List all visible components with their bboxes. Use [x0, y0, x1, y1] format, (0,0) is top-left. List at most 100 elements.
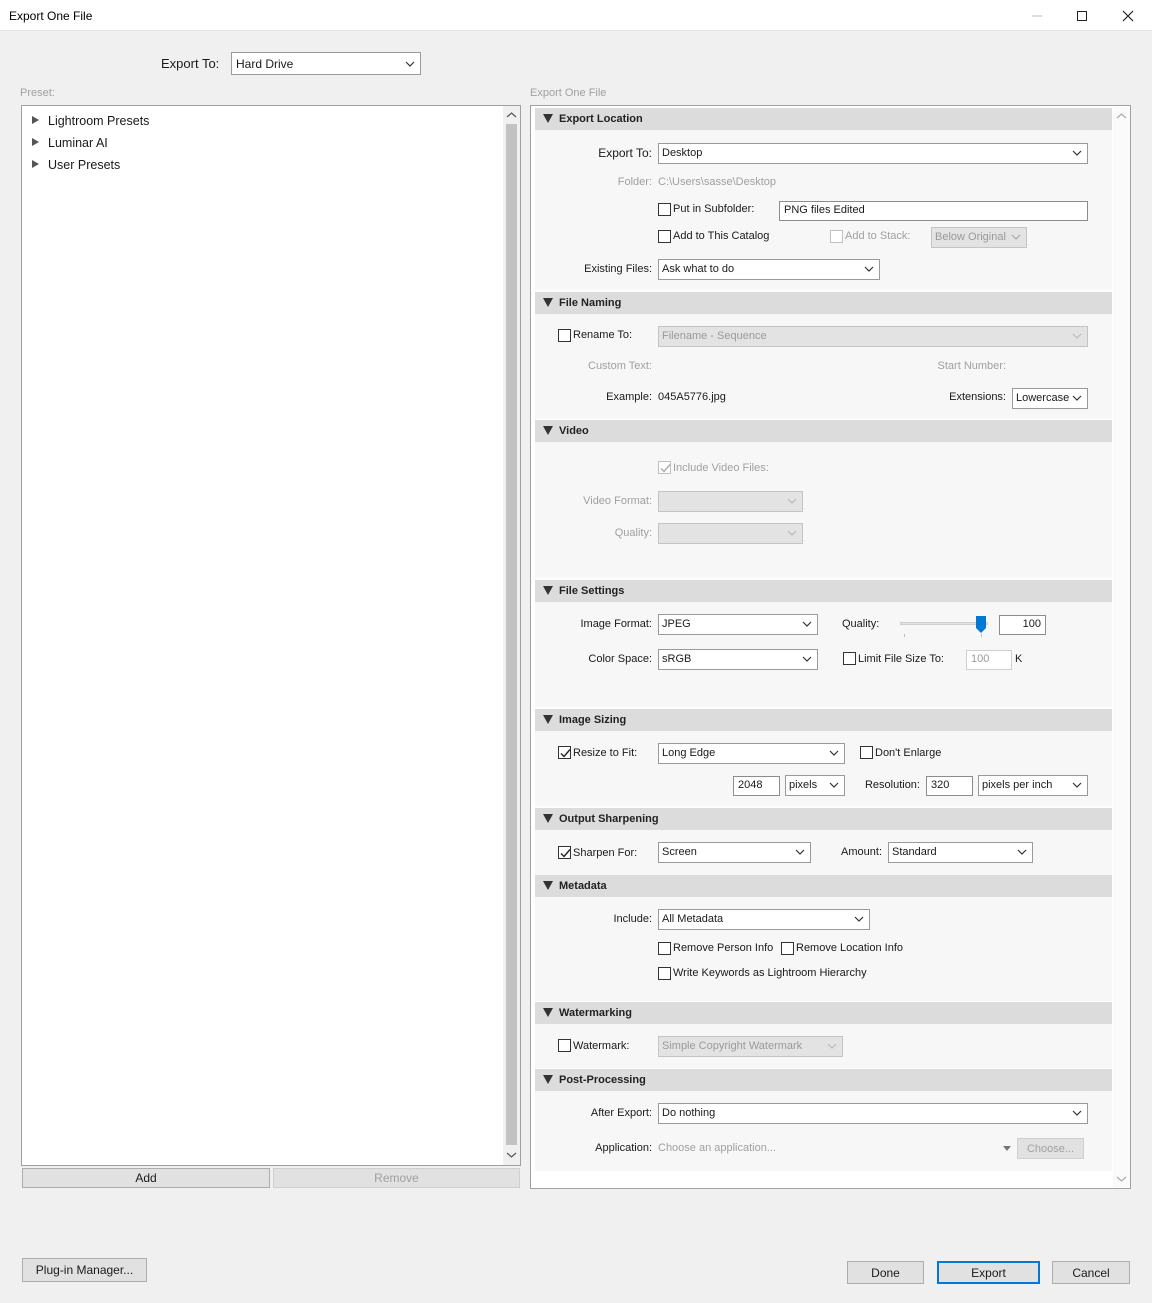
subfolder-input[interactable]: PNG files Edited: [779, 201, 1088, 221]
remove-person-checkbox[interactable]: [658, 942, 671, 955]
export-to-label: Export To:: [598, 146, 652, 160]
limit-size-checkbox[interactable]: [843, 652, 856, 665]
sharpen-checkbox[interactable]: [558, 846, 571, 859]
collapse-triangle-icon[interactable]: [543, 586, 553, 595]
watermark-select[interactable]: Simple Copyright Watermark: [658, 1036, 843, 1057]
collapse-triangle-icon[interactable]: [543, 1075, 553, 1084]
example-value: 045A5776.jpg: [658, 391, 726, 403]
scrollbar-thumb[interactable]: [506, 124, 517, 1145]
image-format-select[interactable]: JPEG: [658, 614, 818, 635]
settings-scrollbar[interactable]: [1113, 107, 1130, 1187]
add-preset-button[interactable]: Add: [22, 1168, 270, 1188]
add-catalog-checkbox[interactable]: [658, 230, 671, 243]
include-video-checkbox[interactable]: [658, 461, 671, 474]
section-body: [535, 442, 1112, 578]
section-image-sizing[interactable]: Image Sizing: [535, 709, 1112, 731]
resolution-unit-select[interactable]: pixels per inch: [978, 775, 1088, 796]
select-value: Lowercase: [1016, 392, 1070, 404]
remove-preset-button[interactable]: Remove: [273, 1168, 520, 1188]
collapse-triangle-icon[interactable]: [543, 881, 553, 890]
checkmark-icon: [560, 849, 571, 858]
section-video[interactable]: Video: [535, 420, 1112, 442]
expand-arrow-icon[interactable]: [32, 116, 39, 124]
select-value: Long Edge: [662, 747, 716, 759]
application-dropdown-icon[interactable]: [1002, 1144, 1012, 1152]
maximize-icon[interactable]: [1059, 0, 1105, 31]
section-header: Image Sizing: [559, 714, 627, 726]
section-export-location[interactable]: Export Location: [535, 108, 1112, 130]
section-file-naming[interactable]: File Naming: [535, 292, 1112, 314]
section-output-sharpening[interactable]: Output Sharpening: [535, 808, 1112, 830]
select-value: JPEG: [662, 618, 691, 630]
rename-select[interactable]: Filename - Sequence: [658, 326, 1088, 347]
quality-input[interactable]: 100: [999, 615, 1046, 635]
section-watermarking[interactable]: Watermarking: [535, 1002, 1112, 1024]
select-value: pixels: [789, 779, 818, 791]
select-value: Do nothing: [662, 1107, 716, 1119]
remove-location-checkbox[interactable]: [781, 942, 794, 955]
application-label: Application:: [595, 1142, 652, 1154]
limit-size-unit: K: [1015, 653, 1023, 665]
include-metadata-select[interactable]: All Metadata: [658, 909, 870, 930]
collapse-triangle-icon[interactable]: [543, 426, 553, 435]
collapse-triangle-icon[interactable]: [543, 814, 553, 823]
slider-thumb[interactable]: [975, 615, 987, 634]
section-metadata[interactable]: Metadata: [535, 875, 1112, 897]
export-location-select[interactable]: Desktop: [658, 143, 1088, 164]
color-space-select[interactable]: sRGB: [658, 649, 818, 670]
expand-arrow-icon[interactable]: [32, 160, 39, 168]
select-value: Simple Copyright Watermark: [662, 1040, 803, 1052]
dont-enlarge-checkbox[interactable]: [860, 746, 873, 759]
existing-files-select[interactable]: Ask what to do: [658, 259, 880, 280]
watermark-checkbox[interactable]: [558, 1039, 571, 1052]
rename-checkbox[interactable]: [558, 329, 571, 342]
add-stack-select[interactable]: Below Original: [931, 227, 1027, 248]
chevron-down-icon: [864, 266, 874, 272]
expand-arrow-icon[interactable]: [32, 138, 39, 146]
resolution-input[interactable]: 320: [926, 776, 973, 796]
subfolder-label: Put in Subfolder:: [673, 203, 755, 215]
select-value: Standard: [892, 846, 937, 858]
done-button[interactable]: Done: [847, 1261, 924, 1284]
sharpen-label: Sharpen For:: [573, 847, 638, 859]
scroll-up-icon[interactable]: [1116, 112, 1127, 120]
scroll-up-icon[interactable]: [506, 111, 517, 119]
select-value: sRGB: [662, 653, 692, 665]
quality-slider[interactable]: [900, 614, 992, 638]
extensions-select[interactable]: Lowercase: [1012, 388, 1088, 409]
resize-select[interactable]: Long Edge: [658, 743, 845, 764]
collapse-triangle-icon[interactable]: [543, 298, 553, 307]
write-keywords-checkbox[interactable]: [658, 967, 671, 980]
export-button[interactable]: Export: [937, 1261, 1040, 1284]
cancel-button[interactable]: Cancel: [1052, 1261, 1130, 1284]
size-unit-select[interactable]: pixels: [785, 775, 845, 796]
minimize-icon[interactable]: [1014, 0, 1060, 31]
video-quality-select[interactable]: [658, 523, 803, 544]
section-header: Export Location: [559, 113, 643, 125]
collapse-triangle-icon[interactable]: [543, 715, 553, 724]
size-input[interactable]: 2048: [733, 776, 780, 796]
include-metadata-label: Include:: [613, 913, 652, 925]
collapse-triangle-icon[interactable]: [543, 114, 553, 123]
color-space-label: Color Space:: [588, 653, 652, 665]
preset-scrollbar[interactable]: [503, 106, 520, 1165]
section-file-settings[interactable]: File Settings: [535, 580, 1112, 602]
scroll-down-icon[interactable]: [1116, 1175, 1127, 1183]
plugin-manager-button[interactable]: Plug-in Manager...: [22, 1258, 147, 1282]
choose-application-button[interactable]: Choose...: [1017, 1138, 1084, 1159]
application-field[interactable]: Choose an application...: [658, 1142, 776, 1154]
sharpen-select[interactable]: Screen: [658, 842, 811, 863]
resize-checkbox[interactable]: [558, 746, 571, 759]
add-stack-checkbox[interactable]: [830, 230, 843, 243]
scroll-down-icon[interactable]: [506, 1151, 517, 1159]
subfolder-checkbox[interactable]: [658, 203, 671, 216]
collapse-triangle-icon[interactable]: [543, 1008, 553, 1017]
video-format-select[interactable]: [658, 491, 803, 512]
section-post-processing[interactable]: Post-Processing: [535, 1069, 1112, 1091]
limit-size-input[interactable]: 100: [966, 650, 1012, 670]
close-icon[interactable]: [1105, 0, 1151, 31]
example-label: Example:: [606, 391, 652, 403]
export-to-select[interactable]: Hard Drive: [231, 52, 421, 75]
after-export-select[interactable]: Do nothing: [658, 1103, 1088, 1124]
amount-select[interactable]: Standard: [888, 842, 1033, 863]
